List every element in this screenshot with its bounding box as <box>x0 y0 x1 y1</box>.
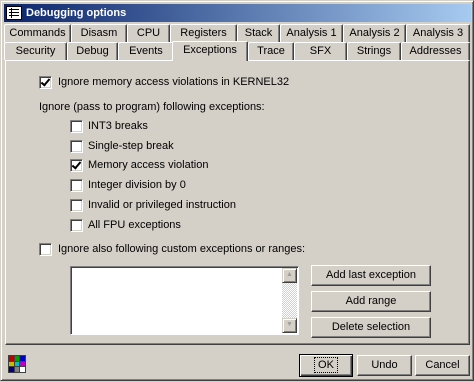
tab-disasm[interactable]: Disasm <box>71 24 127 42</box>
invalid-instruction-label[interactable]: Invalid or privileged instruction <box>88 199 236 212</box>
tab-analysis-1[interactable]: Analysis 1 <box>280 24 343 42</box>
tab-strings[interactable]: Strings <box>347 42 401 60</box>
palette-swatch <box>14 356 20 361</box>
palette-swatch <box>20 367 25 372</box>
fpu-exceptions-checkbox[interactable] <box>70 219 83 232</box>
ignore-kernel32-checkbox[interactable] <box>39 76 52 89</box>
single-step-break-checkbox[interactable] <box>70 140 83 153</box>
scroll-up-arrow-icon[interactable]: ▲ <box>282 268 297 283</box>
ignore-kernel32-label[interactable]: Ignore memory access violations in KERNE… <box>58 76 289 89</box>
tab-registers[interactable]: Registers <box>170 24 237 42</box>
scroll-down-arrow-icon[interactable]: ▼ <box>282 318 297 333</box>
tab-exceptions[interactable]: Exceptions <box>172 41 248 61</box>
cancel-button[interactable]: Cancel <box>415 355 470 376</box>
custom-exceptions-checkbox[interactable] <box>39 243 52 256</box>
memory-access-violation-label[interactable]: Memory access violation <box>88 159 208 172</box>
custom-exceptions-list[interactable]: ▲ ▼ <box>70 266 299 335</box>
debugging-options-window: Debugging options Commands Disasm CPU Re… <box>0 0 474 381</box>
palette-swatch <box>9 356 14 361</box>
palette-swatch <box>20 361 25 367</box>
ok-button-label: OK <box>314 357 338 373</box>
single-step-break-label[interactable]: Single-step break <box>88 140 174 153</box>
int3-breaks-label[interactable]: INT3 breaks <box>88 120 148 133</box>
ok-button[interactable]: OK <box>299 354 353 377</box>
palette-swatch <box>20 356 25 361</box>
tab-security[interactable]: Security <box>4 42 67 60</box>
custom-exceptions-label[interactable]: Ignore also following custom exceptions … <box>58 243 305 256</box>
add-range-button[interactable]: Add range <box>311 291 431 312</box>
tab-debug[interactable]: Debug <box>67 42 118 60</box>
int3-breaks-checkbox[interactable] <box>70 120 83 133</box>
tab-analysis-2[interactable]: Analysis 2 <box>343 24 406 42</box>
memory-access-violation-checkbox[interactable] <box>70 159 83 172</box>
tab-stack[interactable]: Stack <box>237 24 280 42</box>
palette-swatch <box>14 367 20 372</box>
list-scrollbar[interactable]: ▲ ▼ <box>282 268 297 333</box>
palette-swatch <box>9 361 14 367</box>
fpu-exceptions-label[interactable]: All FPU exceptions <box>88 219 181 232</box>
tab-analysis-3[interactable]: Analysis 3 <box>406 24 470 42</box>
tab-commands[interactable]: Commands <box>4 24 71 42</box>
delete-selection-button[interactable]: Delete selection <box>311 317 431 338</box>
tab-events[interactable]: Events <box>118 42 174 60</box>
palette-swatch <box>14 361 20 367</box>
undo-button[interactable]: Undo <box>357 355 412 376</box>
integer-division-checkbox[interactable] <box>70 179 83 192</box>
title-bar[interactable]: Debugging options <box>4 4 471 22</box>
tab-trace[interactable]: Trace <box>248 42 294 60</box>
palette-swatch <box>9 367 14 372</box>
ignore-exceptions-heading: Ignore (pass to program) following excep… <box>39 101 265 113</box>
tab-sfx[interactable]: SFX <box>294 42 347 60</box>
options-window-icon[interactable] <box>6 6 22 20</box>
add-last-exception-button[interactable]: Add last exception <box>311 265 431 286</box>
tab-cpu[interactable]: CPU <box>127 24 170 42</box>
integer-division-label[interactable]: Integer division by 0 <box>88 179 186 192</box>
invalid-instruction-checkbox[interactable] <box>70 199 83 212</box>
window-title: Debugging options <box>26 7 127 19</box>
tab-addresses[interactable]: Addresses <box>401 42 470 60</box>
color-palette-icon[interactable] <box>8 355 26 373</box>
